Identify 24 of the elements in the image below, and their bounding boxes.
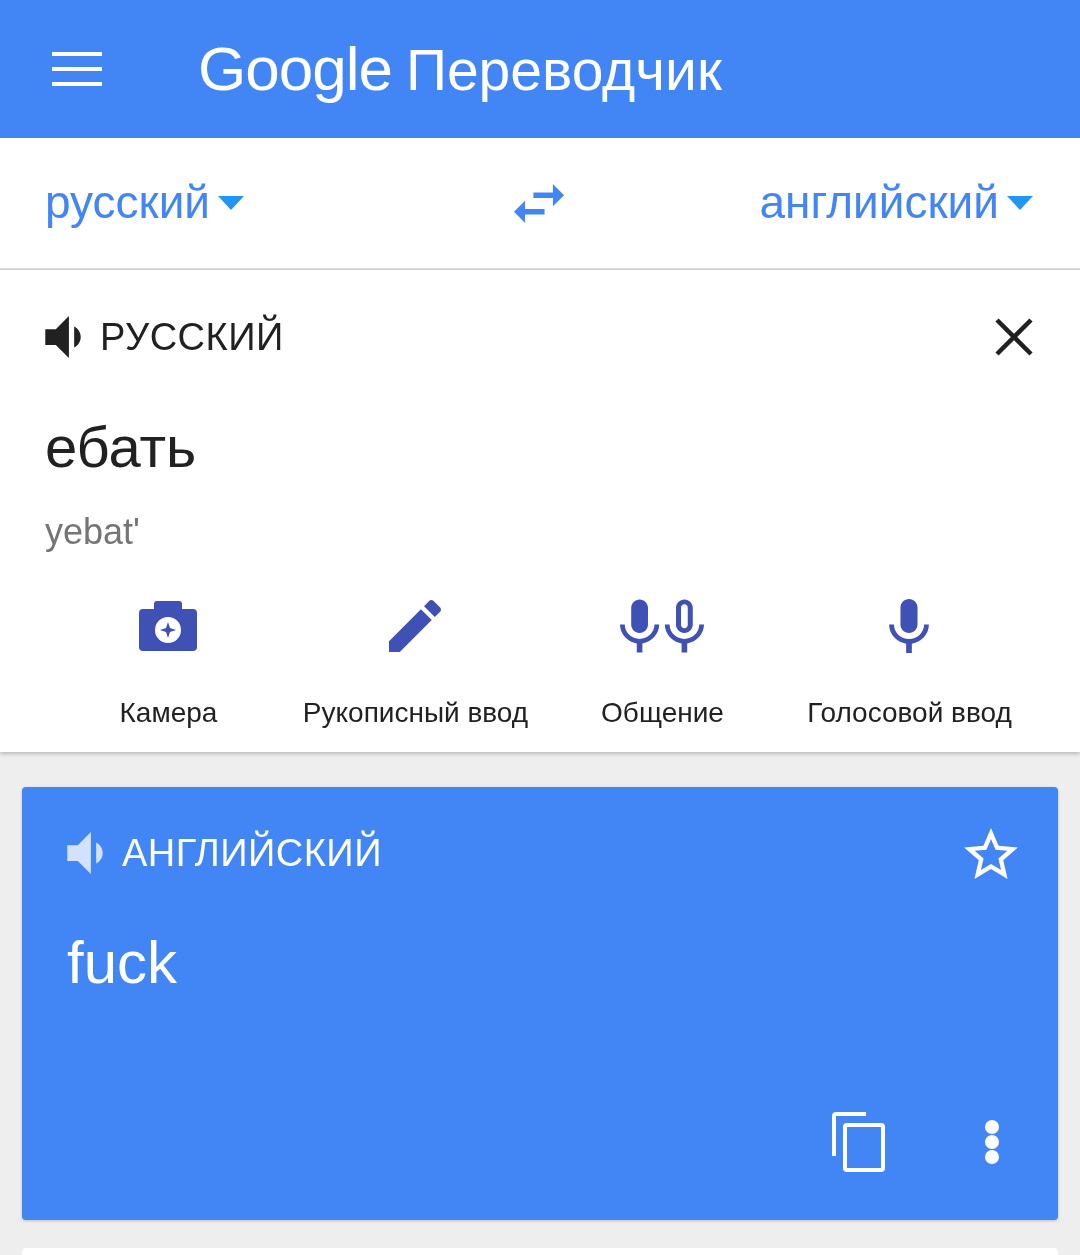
source-language-selector[interactable]: русский (45, 175, 245, 231)
voice-input-button[interactable]: Голосовой ввод (807, 596, 1012, 730)
camera-button[interactable]: Камера (119, 596, 218, 730)
menu-icon[interactable] (52, 52, 102, 86)
close-icon[interactable] (995, 318, 1033, 356)
caret-icon (1007, 196, 1033, 210)
conversation-button[interactable]: Общение (601, 596, 724, 730)
speaker-icon[interactable] (45, 316, 81, 358)
microphone-icon (889, 599, 930, 653)
target-language-selector[interactable]: английский (759, 175, 1033, 231)
transliteration-text: yebat' (45, 510, 140, 554)
caret-icon (218, 196, 245, 210)
star-icon[interactable] (964, 827, 1018, 879)
source-text-field[interactable]: ебать (45, 412, 197, 482)
translated-text: fuck (67, 928, 178, 998)
pen-icon (389, 600, 442, 652)
target-language-label: АНГЛИЙСКИЙ (122, 831, 382, 875)
dual-microphone-icon (620, 599, 705, 653)
swap-icon[interactable] (514, 183, 564, 223)
handwriting-button[interactable]: Рукописный ввод (302, 596, 529, 730)
copy-icon[interactable] (832, 1112, 885, 1172)
camera-icon (139, 601, 198, 651)
source-language-label: РУССКИЙ (100, 315, 284, 359)
more-options-icon[interactable] (984, 1119, 1000, 1165)
